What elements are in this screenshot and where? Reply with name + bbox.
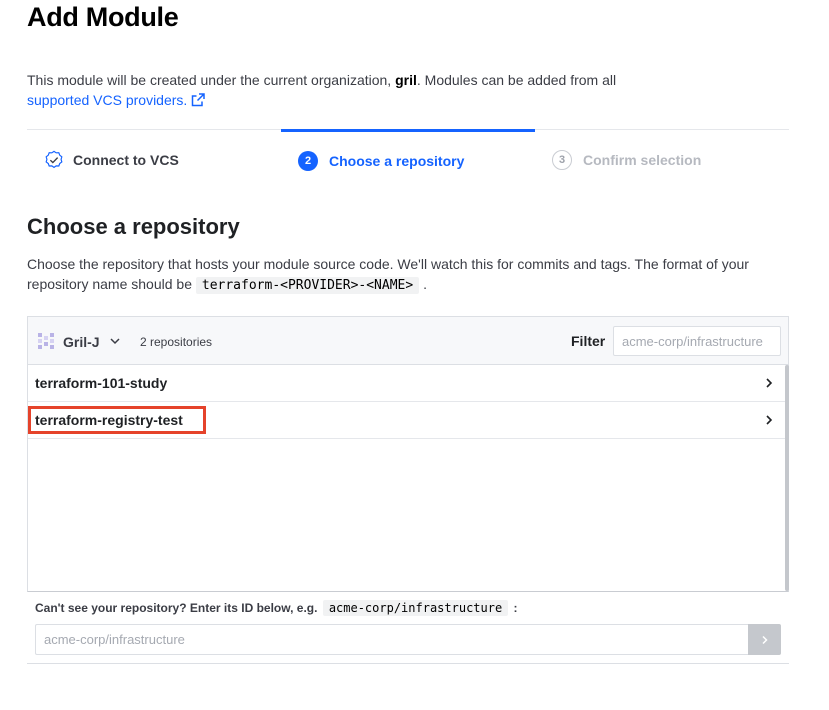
repository-panel: Gril-J 2 repositories Filter terraform-1… [27,316,789,592]
section-title: Choose a repository [27,214,240,239]
section-description: Choose the repository that hosts your mo… [27,256,749,294]
step-label: Choose a repository [329,152,465,169]
step-connect-vcs[interactable]: Connect to VCS [44,130,179,190]
chevron-right-icon [766,415,773,425]
repository-panel-header: Gril-J 2 repositories Filter [28,317,788,365]
org-avatar-icon [38,333,54,349]
step-choose-repository[interactable]: 2 Choose a repository [281,129,535,189]
manual-entry-label: Can't see your repository? Enter its ID … [35,600,518,616]
repository-name: terraform-registry-test [35,412,183,428]
step-number: 2 [298,150,318,171]
chevron-right-icon [766,378,773,388]
step-label: Confirm selection [583,152,702,168]
check-badge-icon [45,150,63,169]
repository-list: terraform-101-study terraform-registry-t… [28,365,785,439]
scrollbar[interactable] [785,365,789,591]
filter-label: Filter [571,333,606,349]
wizard-steps: Connect to VCS 2 Choose a repository 3 C… [27,129,789,191]
intro-text: This module will be created under the cu… [27,72,617,108]
submit-repository-id-button[interactable] [748,624,781,655]
step-label: Connect to VCS [73,152,179,168]
repository-row[interactable]: terraform-registry-test [28,402,785,439]
external-link-icon [192,93,206,107]
example-id-code: acme-corp/infrastructure [322,600,509,616]
step-confirm-selection: 3 Confirm selection [552,130,701,190]
filter-input[interactable] [613,326,781,356]
org-selector-label[interactable]: Gril-J [63,334,100,350]
repository-id-input[interactable] [35,624,748,655]
repository-count: 2 repositories [140,335,213,349]
page-title: Add Module [27,2,179,32]
org-name: gril [395,72,417,88]
repository-row[interactable]: terraform-101-study [28,365,785,402]
name-format-code: terraform-<PROVIDER>-<NAME> [195,277,420,294]
step-number: 3 [552,150,572,170]
repository-name: terraform-101-study [35,375,168,391]
manual-repository-entry: Can't see your repository? Enter its ID … [27,592,789,664]
vcs-providers-link[interactable]: supported VCS providers. [27,92,206,108]
chevron-right-icon [761,635,768,644]
chevron-down-icon[interactable] [109,335,121,347]
